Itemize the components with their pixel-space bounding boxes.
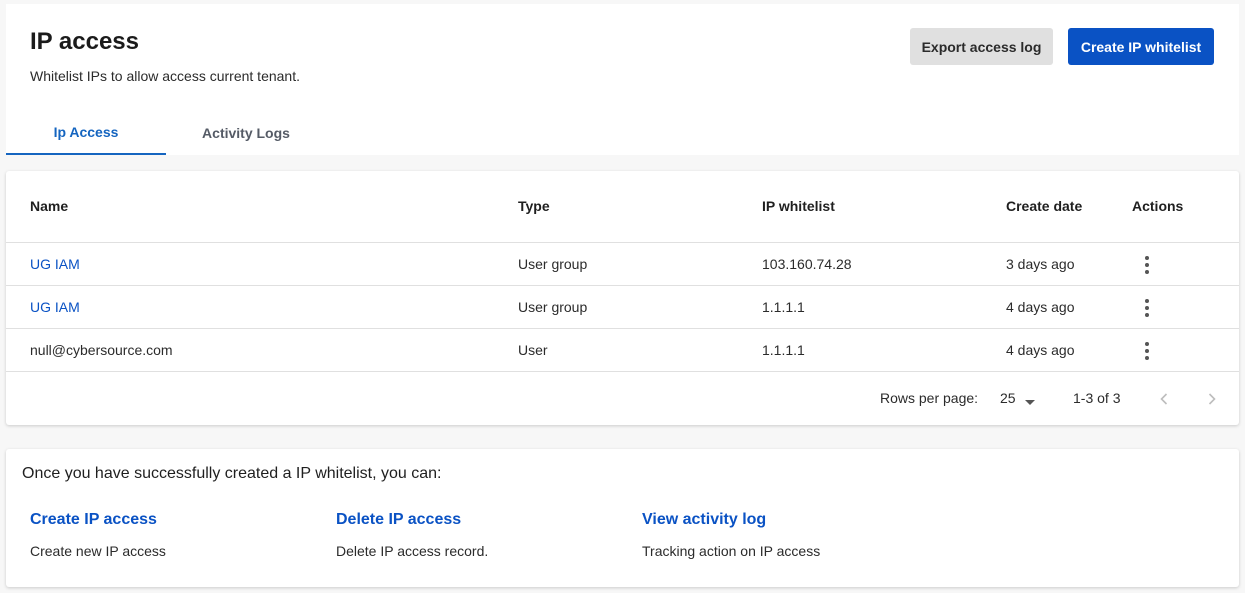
pagination-range: 1-3 of 3 bbox=[1073, 390, 1121, 406]
tab-activity-logs[interactable]: Activity Logs bbox=[166, 110, 326, 155]
info-item-create: Create IP access Create new IP access bbox=[30, 511, 330, 559]
column-header-ip-whitelist[interactable]: IP whitelist bbox=[762, 198, 835, 214]
row-name-link[interactable]: UG IAM bbox=[30, 256, 80, 272]
view-activity-log-link[interactable]: View activity log bbox=[642, 511, 766, 529]
row-ip: 1.1.1.1 bbox=[762, 299, 805, 315]
row-date: 4 days ago bbox=[1006, 299, 1075, 315]
more-vertical-icon[interactable] bbox=[1137, 254, 1157, 276]
tab-ip-access[interactable]: Ip Access bbox=[6, 110, 166, 155]
row-date: 3 days ago bbox=[1006, 256, 1075, 272]
table-header-row: Name Type IP whitelist Create date Actio… bbox=[6, 171, 1239, 243]
column-header-actions: Actions bbox=[1132, 198, 1184, 214]
column-header-name[interactable]: Name bbox=[30, 198, 68, 214]
info-item-activity: View activity log Tracking action on IP … bbox=[642, 511, 942, 559]
row-ip: 1.1.1.1 bbox=[762, 342, 805, 358]
rows-per-page-select[interactable]: 25 bbox=[1000, 390, 1040, 408]
column-header-create-date[interactable]: Create date bbox=[1006, 198, 1082, 214]
rows-per-page-value: 25 bbox=[1000, 390, 1016, 406]
row-ip: 103.160.74.28 bbox=[762, 256, 852, 272]
table-row: UG IAM User group 1.1.1.1 4 days ago bbox=[6, 286, 1239, 329]
getting-started-card: Once you have successfully created a IP … bbox=[6, 449, 1239, 587]
row-date: 4 days ago bbox=[1006, 342, 1075, 358]
table-row: UG IAM User group 103.160.74.28 3 days a… bbox=[6, 243, 1239, 286]
rows-per-page-label: Rows per page: bbox=[880, 390, 979, 406]
info-item-description: Tracking action on IP access bbox=[642, 543, 821, 559]
row-name-link[interactable]: UG IAM bbox=[30, 299, 80, 315]
delete-ip-access-link[interactable]: Delete IP access bbox=[336, 511, 461, 529]
more-vertical-icon[interactable] bbox=[1137, 340, 1157, 362]
export-access-log-button[interactable]: Export access log bbox=[910, 28, 1053, 65]
more-vertical-icon[interactable] bbox=[1137, 297, 1157, 319]
column-header-type[interactable]: Type bbox=[518, 198, 550, 214]
caret-down-icon bbox=[1024, 394, 1036, 410]
info-item-delete: Delete IP access Delete IP access record… bbox=[336, 511, 636, 559]
page-title: IP access bbox=[30, 28, 139, 55]
chevron-right-icon[interactable] bbox=[1202, 389, 1222, 409]
info-heading: Once you have successfully created a IP … bbox=[22, 465, 442, 482]
page-subtitle: Whitelist IPs to allow access current te… bbox=[30, 68, 300, 84]
tab-bar: Ip Access Activity Logs bbox=[6, 110, 406, 155]
row-type: User group bbox=[518, 299, 588, 315]
row-type: User group bbox=[518, 256, 588, 272]
create-ip-access-link[interactable]: Create IP access bbox=[30, 511, 157, 529]
row-name: null@cybersource.com bbox=[30, 342, 173, 358]
table-pagination: Rows per page: 25 1-3 of 3 bbox=[6, 373, 1239, 425]
create-ip-whitelist-button[interactable]: Create IP whitelist bbox=[1068, 28, 1214, 65]
info-item-description: Delete IP access record. bbox=[336, 543, 489, 559]
ip-access-table: Name Type IP whitelist Create date Actio… bbox=[6, 171, 1239, 425]
chevron-left-icon[interactable] bbox=[1154, 389, 1174, 409]
page-header: IP access Whitelist IPs to allow access … bbox=[6, 4, 1239, 155]
row-type: User bbox=[518, 342, 548, 358]
info-item-description: Create new IP access bbox=[30, 543, 166, 559]
table-row: null@cybersource.com User 1.1.1.1 4 days… bbox=[6, 329, 1239, 372]
